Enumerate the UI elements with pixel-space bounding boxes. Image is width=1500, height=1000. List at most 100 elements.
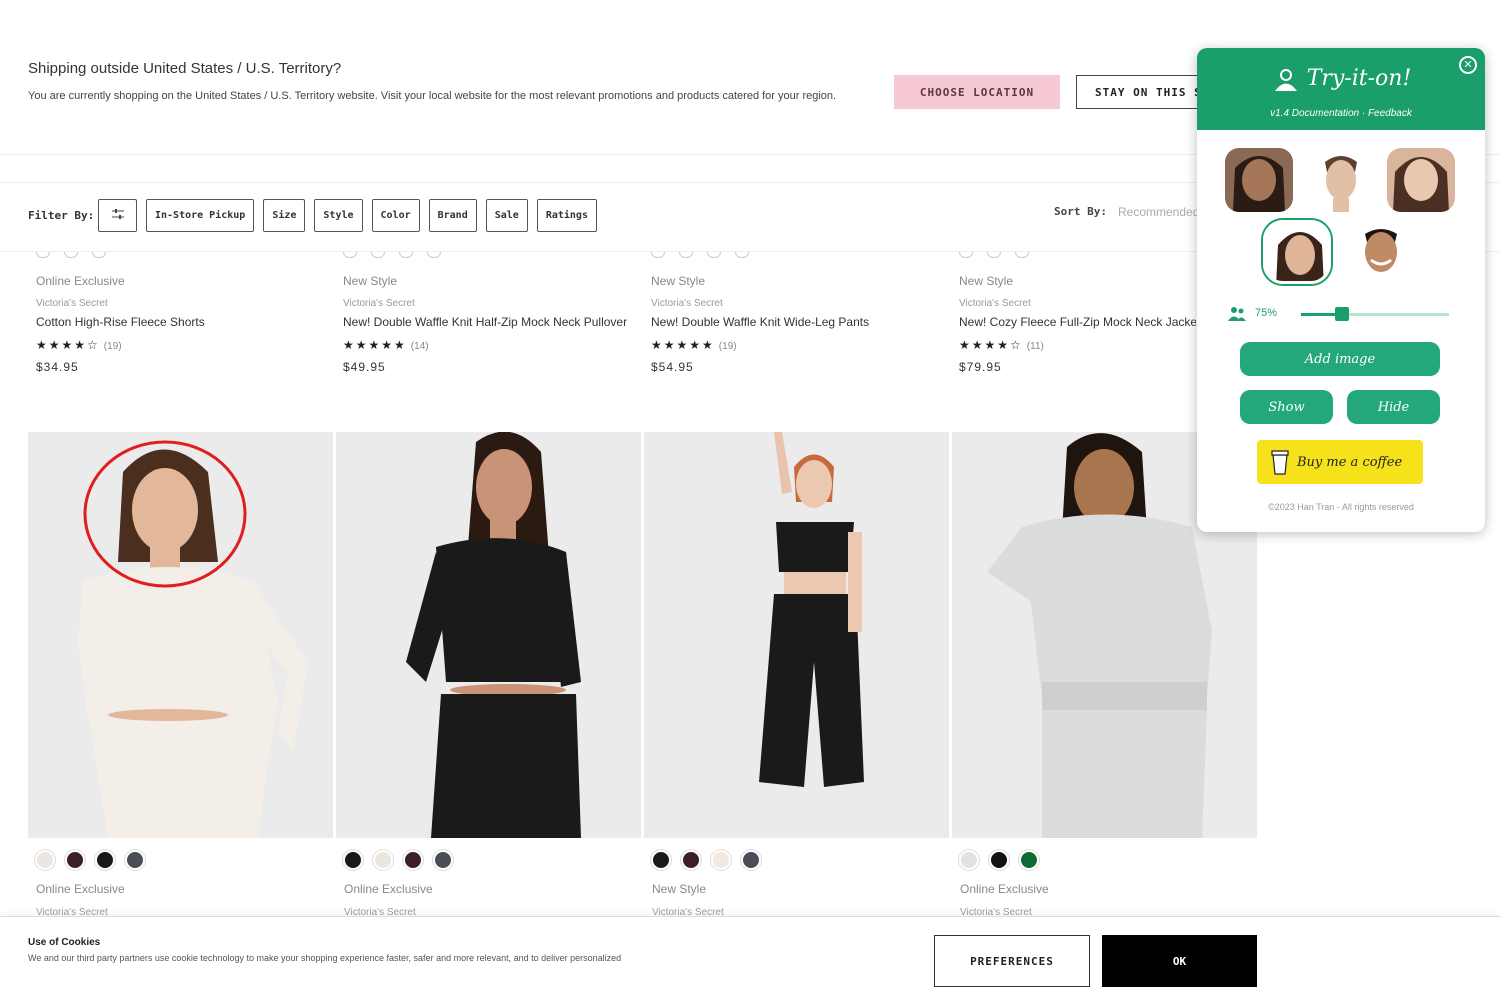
filter-size[interactable]: Size <box>263 199 306 232</box>
hide-button[interactable]: Hide <box>1347 390 1440 424</box>
close-icon[interactable]: ✕ <box>1459 56 1477 74</box>
color-swatch[interactable] <box>989 850 1009 870</box>
model-photo-black-top <box>336 432 641 838</box>
extension-title-text: Try-it-on! <box>1306 66 1412 91</box>
people-icon <box>1228 307 1246 321</box>
product-name[interactable]: New! Cozy Fleece Full-Zip Mock Neck Jack… <box>951 312 1196 332</box>
filter-sale[interactable]: Sale <box>485 199 528 232</box>
cookie-text: We and our third party partners use cook… <box>28 953 622 963</box>
swatch-row <box>28 252 328 260</box>
model-photo-black-pants <box>644 432 949 838</box>
filter-in-store-pickup[interactable]: In-Store Pickup <box>146 199 255 232</box>
cookie-preferences-button[interactable]: PREFERENCES <box>934 935 1090 987</box>
avatar-option[interactable] <box>1225 148 1293 212</box>
extension-header: Try-it-on! v1.4 Documentation · Feedback… <box>1197 48 1485 130</box>
color-swatch[interactable] <box>681 850 701 870</box>
color-swatch[interactable] <box>741 850 761 870</box>
product-brand: Victoria's Secret <box>343 298 415 309</box>
swatch-row <box>959 850 1039 870</box>
color-swatch[interactable] <box>125 850 145 870</box>
sort-select[interactable]: Recommended <box>1118 205 1199 219</box>
filter-brand[interactable]: Brand <box>428 199 477 232</box>
product-brand: Victoria's Secret <box>959 298 1031 309</box>
color-swatch[interactable] <box>95 850 115 870</box>
product-badge: New Style <box>652 882 707 896</box>
add-image-button[interactable]: Add image <box>1240 342 1440 376</box>
color-swatch[interactable] <box>343 850 363 870</box>
product-brand: Victoria's Secret <box>651 298 723 309</box>
product-name[interactable]: Cotton High-Rise Fleece Shorts <box>28 312 328 332</box>
product-image[interactable] <box>644 432 949 838</box>
extension-subtitle[interactable]: v1.4 Documentation · Feedback <box>1197 108 1485 119</box>
rating-stars: ★★★★★ <box>651 338 715 352</box>
swatch-row <box>335 252 635 260</box>
avatar-option[interactable] <box>1347 220 1415 284</box>
mirror-person-icon <box>1274 69 1297 91</box>
product-price: $34.95 <box>36 360 79 374</box>
filter-style[interactable]: Style <box>314 199 363 232</box>
filter-color[interactable]: Color <box>371 199 420 232</box>
color-swatch[interactable] <box>35 850 55 870</box>
swatch-row <box>643 252 943 260</box>
product-rating: ★★★★☆ (11) <box>951 338 1196 352</box>
face-avatar-3 <box>1387 148 1455 212</box>
product-info-row: Online Exclusive Victoria's Secret Cotto… <box>28 252 1258 422</box>
face-avatar-5 <box>1347 220 1415 284</box>
product-brand: Victoria's Secret <box>36 298 108 309</box>
avatar-option[interactable] <box>1387 148 1455 212</box>
color-swatch[interactable] <box>711 850 731 870</box>
product-image[interactable] <box>28 432 333 838</box>
rating-stars: ★★★★★ <box>343 338 407 352</box>
product-card[interactable]: New Style Victoria's Secret New! Double … <box>335 252 635 374</box>
rating-stars: ★★★★☆ <box>959 338 1023 352</box>
product-price: $49.95 <box>343 360 386 374</box>
swatch-row <box>35 850 145 870</box>
avatar-option-selected[interactable] <box>1263 220 1331 284</box>
product-badge: Online Exclusive <box>960 882 1049 896</box>
color-swatch[interactable] <box>1019 850 1039 870</box>
color-swatch[interactable] <box>651 850 671 870</box>
filter-settings-button[interactable] <box>98 199 137 232</box>
product-card[interactable]: Online Exclusive Victoria's Secret Cotto… <box>28 252 328 374</box>
size-slider-row: 75% <box>1227 304 1457 324</box>
filter-chips: In-Store Pickup Size Style Color Brand S… <box>98 199 597 232</box>
product-card[interactable]: New Style Victoria's Secret New! Cozy Fl… <box>951 252 1196 374</box>
rating-count: (14) <box>410 341 429 352</box>
product-card[interactable]: New Style Victoria's Secret New! Double … <box>643 252 943 374</box>
shipping-title: Shipping outside United States / U.S. Te… <box>28 60 342 77</box>
color-swatch[interactable] <box>433 850 453 870</box>
product-badge: Online Exclusive <box>36 882 125 896</box>
cookie-ok-button[interactable]: OK <box>1102 935 1257 987</box>
coffee-label: Buy me a coffee <box>1297 454 1403 470</box>
color-swatch[interactable] <box>403 850 423 870</box>
size-slider-thumb[interactable] <box>1335 307 1350 321</box>
avatar-option[interactable] <box>1307 148 1375 212</box>
face-avatar-1 <box>1225 148 1293 212</box>
cookie-banner: Use of Cookies We and our third party pa… <box>0 916 1500 1000</box>
sliders-icon <box>111 209 124 219</box>
swatch-row <box>651 850 761 870</box>
choose-location-button[interactable]: CHOOSE LOCATION <box>894 75 1060 109</box>
model-photo-cream-top <box>28 432 333 838</box>
product-image[interactable] <box>336 432 641 838</box>
rating-count: (19) <box>103 341 122 352</box>
product-name[interactable]: New! Double Waffle Knit Wide-Leg Pants <box>643 312 943 332</box>
show-button[interactable]: Show <box>1240 390 1333 424</box>
rating-count: (11) <box>1026 341 1044 352</box>
buy-me-a-coffee-button[interactable]: Buy me a coffee <box>1257 440 1423 484</box>
filter-label: Filter By: <box>28 209 95 222</box>
cookie-title: Use of Cookies <box>28 937 101 948</box>
color-swatch[interactable] <box>373 850 393 870</box>
face-avatar-4 <box>1266 223 1328 281</box>
product-name[interactable]: New! Double Waffle Knit Half-Zip Mock Ne… <box>335 312 635 332</box>
color-swatch[interactable] <box>959 850 979 870</box>
extension-title: Try-it-on! <box>1197 66 1485 92</box>
extension-footer: ©2023 Han Tran - All rights reserved <box>1268 502 1414 512</box>
product-price: $79.95 <box>959 360 1002 374</box>
swatch-row <box>343 850 453 870</box>
product-price: $54.95 <box>651 360 694 374</box>
filter-ratings[interactable]: Ratings <box>536 199 597 232</box>
product-badge: New Style <box>651 274 706 288</box>
product-rating: ★★★★★ (14) <box>335 338 635 352</box>
color-swatch[interactable] <box>65 850 85 870</box>
